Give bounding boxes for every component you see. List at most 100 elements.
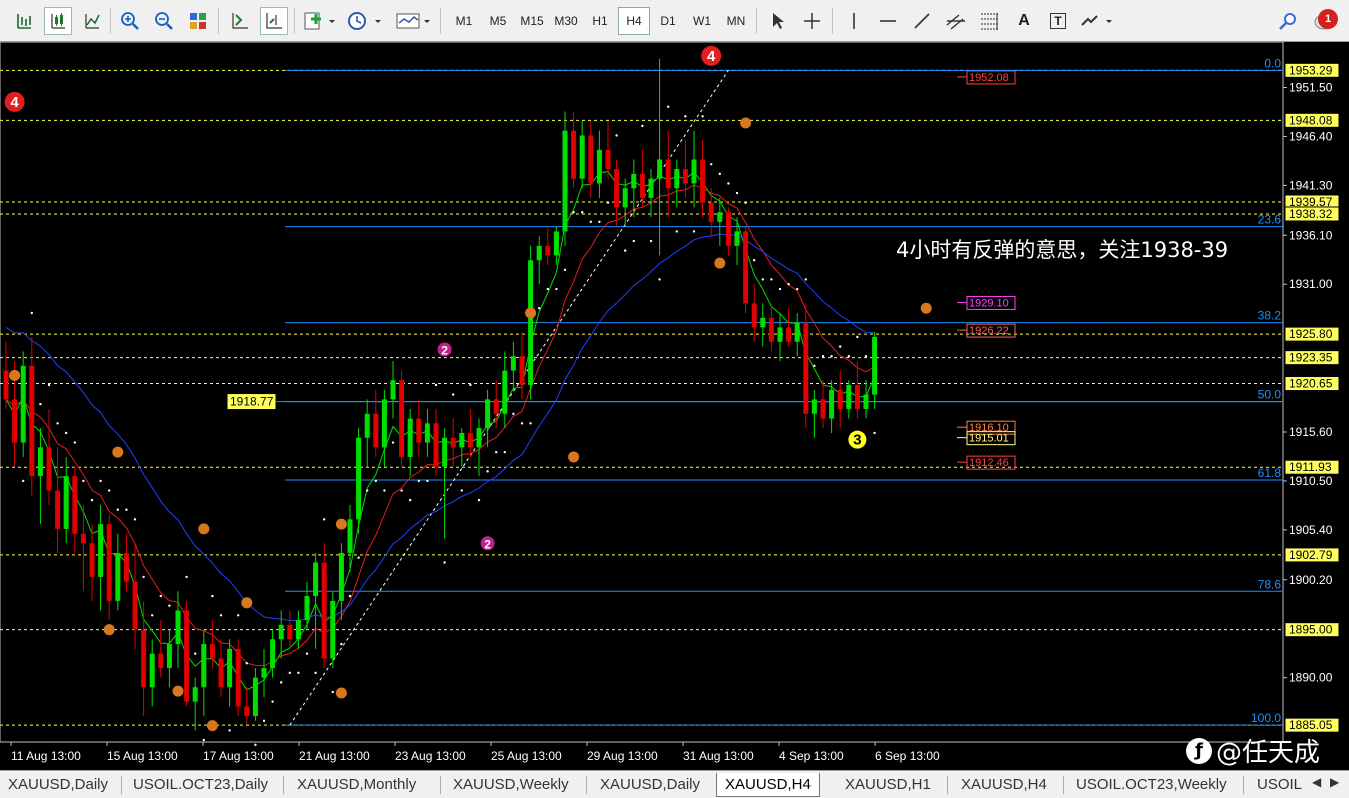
tab-scroll-left-icon[interactable]: ◀ [1312,775,1321,789]
timeframe-mn[interactable]: MN [720,7,752,35]
equidistant-channel-icon[interactable] [942,7,970,35]
sar-dot [305,652,309,655]
sar-dot [632,239,635,243]
sar-dot [787,283,790,286]
time-axis-label: 4 Sep 13:00 [779,749,844,763]
timeframe-h1[interactable]: H1 [584,7,616,35]
sar-dot [563,268,567,272]
candle-body [502,370,508,414]
candle-body [29,365,35,477]
sar-dot [486,470,489,473]
tab-xauusd-h4[interactable]: XAUUSD,H4 [716,773,820,797]
sar-dot [804,278,807,281]
vertical-line-icon[interactable] [840,7,868,35]
tab-scroll-right-icon[interactable]: ▶ [1330,775,1339,789]
crosshair-icon[interactable] [798,7,826,35]
tile-windows-icon[interactable] [184,7,212,35]
sar-dot [142,575,145,579]
price-axis-label: 1936.10 [1289,228,1333,242]
timeframe-m15[interactable]: M15 [516,7,548,35]
auto-scroll-icon[interactable] [226,7,254,35]
tab-xauusd-daily-2[interactable]: XAUUSD,Daily [592,773,708,797]
tab-xauusd-monthly[interactable]: XAUUSD,Monthly [289,773,424,797]
sar-dot [796,287,799,291]
text-label-icon[interactable]: T [1044,7,1072,35]
arrows-shapes-icon[interactable] [1078,7,1118,35]
line-chart-icon[interactable] [78,7,106,35]
timeframe-m30[interactable]: M30 [550,7,582,35]
periods-clock-icon[interactable] [346,7,386,35]
fibonacci-icon[interactable] [976,7,1004,35]
tab-usoil[interactable]: USOIL [1249,773,1310,797]
tab-xauusd-daily[interactable]: XAUUSD,Daily [0,773,116,797]
level-price-label: 1902.79 [1289,548,1333,562]
price-axis-layer: 1953.291948.081939.571938.321925.801923.… [1283,62,1340,733]
tab-usoil-daily[interactable]: USOIL.OCT23,Daily [125,773,276,797]
candle-body [244,706,250,717]
candle-body [700,159,706,203]
sar-dot [778,287,782,291]
candle-body [605,149,611,170]
sar-dot [73,441,77,444]
candle-body [588,135,594,184]
candle-body [528,260,534,385]
small-wave-marker [335,687,347,699]
templates-icon[interactable] [394,7,434,35]
candle-body [639,173,645,198]
tab-xauusd-h1[interactable]: XAUUSD,H1 [837,773,939,797]
candle-body [614,169,620,208]
candle-body [777,327,783,342]
tab-xauusd-h4-2[interactable]: XAUUSD,H4 [953,773,1055,797]
trendline-icon[interactable] [908,7,936,35]
text-tool-icon[interactable]: A [1010,7,1038,35]
candle-body [476,428,482,448]
timeframe-d1[interactable]: D1 [652,7,684,35]
candle-body [304,596,310,621]
candle-body [98,524,104,577]
zoom-in-icon[interactable] [116,7,144,35]
chart-shift-icon[interactable] [260,7,288,35]
candle-body [510,356,516,371]
sar-dot [426,479,429,483]
candle-body [872,336,878,395]
candle-body [175,610,181,645]
candle-body [450,437,456,448]
search-icon[interactable] [1274,7,1302,35]
cursor-arrow-icon[interactable] [764,7,792,35]
timeframe-h4[interactable]: H4 [618,7,650,35]
horizontal-line-icon[interactable] [874,7,902,35]
sar-dot [125,508,128,511]
chart-canvas[interactable]: 1918.771952.081929.101926.221916.101915.… [0,42,1349,772]
sar-dot [237,614,240,617]
zoom-out-icon[interactable] [150,7,178,35]
sar-dot [108,489,111,492]
sar-dot [710,163,713,166]
candle-body [631,173,637,189]
candle-body [562,130,568,232]
candle-body [751,303,757,328]
timeframe-w1[interactable]: W1 [686,7,718,35]
sar-dot [684,115,687,118]
sar-dot [47,383,51,387]
candle-body [347,519,353,553]
bar-chart-icon[interactable] [10,7,38,35]
indicators-icon[interactable] [302,7,338,35]
candlestick-icon[interactable] [44,7,72,35]
sar-dot [185,575,188,579]
wave-marker-label: 3 [853,432,861,449]
timeframe-m5[interactable]: M5 [482,7,514,35]
sar-dot [581,211,584,214]
candle-body [536,245,542,261]
tab-usoil-weekly[interactable]: USOIL.OCT23,Weekly [1068,773,1235,797]
time-axis-label: 17 Aug 13:00 [203,749,274,763]
price-chart[interactable]: 1918.77 1952.08 1929.10 1926.22 1916.10 1915.… [0,42,1349,772]
sar-dot [151,614,154,617]
small-wave-marker [172,685,184,697]
fib-swing-line [289,70,729,726]
sar-dot [443,561,446,564]
tab-xauusd-weekly[interactable]: XAUUSD,Weekly [445,773,577,797]
inline-price-label: 1915.01 [969,433,1009,445]
candle-body [63,476,69,529]
small-wave-marker [198,523,210,535]
timeframe-m1[interactable]: M1 [448,7,480,35]
